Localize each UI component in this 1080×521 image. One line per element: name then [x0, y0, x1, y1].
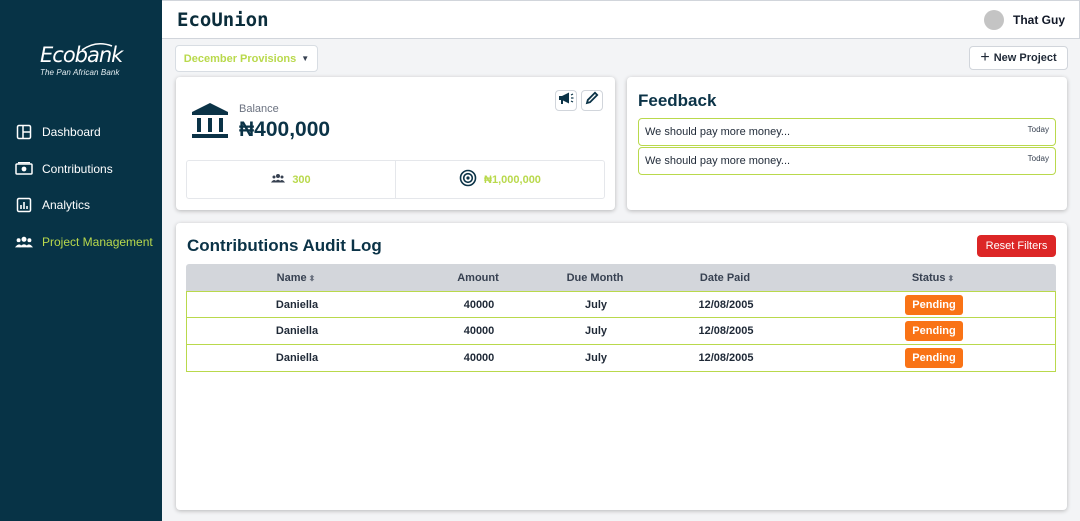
cell-due-month: July: [584, 298, 607, 311]
sidebar-item-analytics[interactable]: Analytics: [0, 194, 162, 216]
pencil-icon: [585, 91, 599, 110]
column-header-name[interactable]: Name ⬍: [186, 272, 406, 284]
balance-actions: [555, 90, 603, 111]
feedback-time: Today: [1027, 154, 1049, 163]
new-project-label: New Project: [993, 52, 1057, 64]
people-icon: [15, 233, 33, 251]
cell-status: Pending: [874, 294, 994, 315]
cell-status: Pending: [874, 348, 994, 368]
status-badge: Pending: [905, 294, 963, 315]
sidebar-item-label: Project Management: [42, 234, 153, 249]
cell-date-paid: 12/08/2005: [698, 325, 754, 337]
feedback-time: Today: [1027, 125, 1049, 134]
logo-swoosh-icon: [81, 42, 113, 51]
sidebar-item-label: Analytics: [42, 198, 91, 213]
table-header: Name ⬍ Amount Due Month Date Paid Status ⬍: [186, 264, 1056, 291]
feedback-list: We should pay more money... Today We sho…: [638, 118, 1056, 176]
sidebar-item-dashboard[interactable]: Dashboard: [0, 121, 162, 143]
ecobank-logo[interactable]: Ecobank The Pan African Bank: [40, 42, 130, 77]
money-icon: [15, 160, 33, 178]
balance-value: ₦400,000: [239, 118, 331, 141]
table-row[interactable]: Daniella 40000 July 12/08/2005 Pending: [186, 345, 1056, 372]
cell-status: Pending: [874, 321, 994, 341]
cell-due-month: July: [584, 325, 607, 337]
feedback-text: We should pay more money...: [645, 126, 791, 138]
column-header-date-paid: Date Paid: [699, 271, 751, 284]
target-icon: [459, 169, 477, 190]
sort-icon: ⬍: [308, 273, 316, 283]
column-label: Name: [276, 271, 307, 284]
announce-button[interactable]: [555, 90, 577, 111]
cell-due-month: July: [584, 352, 607, 364]
sidebar-item-label: Contributions: [42, 161, 113, 176]
members-count: 300: [292, 173, 311, 186]
cell-date-paid: 12/08/2005: [698, 352, 754, 364]
top-bar: EcoUnion That Guy: [162, 0, 1080, 39]
cell-name: Daniella: [275, 298, 319, 311]
audit-log-title: Contributions Audit Log: [187, 236, 382, 255]
cell-amount: 40000: [463, 352, 495, 364]
plus-icon: +: [980, 49, 990, 66]
cell-name: Daniella: [275, 325, 319, 337]
sidebar: Ecobank The Pan African Bank Dashboard C…: [0, 0, 162, 521]
members-icon: [271, 173, 286, 186]
balance-label: Balance: [239, 103, 279, 115]
sidebar-nav: Dashboard Contributions Analytics Projec…: [0, 121, 162, 267]
column-header-status[interactable]: Status ⬍: [873, 272, 993, 284]
cell-date-paid: 12/08/2005: [698, 298, 754, 311]
user-menu[interactable]: That Guy: [983, 10, 1065, 30]
status-badge: Pending: [905, 348, 963, 368]
column-header-amount: Amount: [457, 271, 499, 284]
feedback-item[interactable]: We should pay more money... Today: [638, 147, 1056, 175]
feedback-card: Feedback We should pay more money... Tod…: [627, 77, 1067, 210]
status-badge: Pending: [905, 321, 963, 341]
edit-button[interactable]: [581, 90, 603, 111]
caret-down-icon: ▼: [301, 54, 310, 63]
table-row[interactable]: Daniella 40000 July 12/08/2005 Pending: [186, 291, 1056, 318]
balance-stats: 300 ₦1,000,000: [186, 160, 605, 199]
audit-log-card: Contributions Audit Log Reset Filters Na…: [176, 223, 1067, 510]
provision-select[interactable]: December Provisions ▼: [175, 45, 318, 72]
feedback-item[interactable]: We should pay more money... Today: [638, 118, 1056, 146]
feedback-text: We should pay more money...: [645, 155, 791, 167]
column-label: Status: [911, 271, 946, 284]
target-amount: ₦1,000,000: [484, 173, 541, 186]
sidebar-item-label: Dashboard: [42, 125, 101, 139]
logo-tagline: The Pan African Bank: [40, 68, 120, 77]
members-stat: 300: [187, 161, 395, 198]
feedback-title: Feedback: [638, 91, 717, 110]
app-title: EcoUnion: [177, 9, 269, 31]
target-stat: ₦1,000,000: [395, 161, 604, 198]
table-row[interactable]: Daniella 40000 July 12/08/2005 Pending: [186, 318, 1056, 345]
reset-filters-button[interactable]: Reset Filters: [977, 235, 1056, 257]
dashboard-icon: [15, 123, 33, 141]
sidebar-item-contributions[interactable]: Contributions: [0, 158, 162, 180]
balance-card: Balance ₦400,000 300 ₦1,000,000: [176, 77, 615, 210]
sort-icon: ⬍: [947, 273, 955, 283]
user-name: That Guy: [1012, 13, 1065, 27]
audit-table: Name ⬍ Amount Due Month Date Paid Status ⬍…: [186, 264, 1056, 372]
bank-icon: [190, 102, 230, 145]
avatar[interactable]: [983, 10, 1004, 30]
provision-select-value: December Provisions: [183, 52, 297, 65]
cell-name: Daniella: [275, 352, 319, 364]
cell-amount: 40000: [463, 325, 495, 337]
column-header-due-month: Due Month: [566, 271, 624, 284]
chart-icon: [15, 196, 33, 214]
new-project-button[interactable]: + New Project: [969, 46, 1068, 70]
cell-amount: 40000: [463, 298, 495, 311]
megaphone-icon: [558, 91, 574, 110]
sidebar-item-project-management[interactable]: Project Management: [0, 231, 162, 253]
